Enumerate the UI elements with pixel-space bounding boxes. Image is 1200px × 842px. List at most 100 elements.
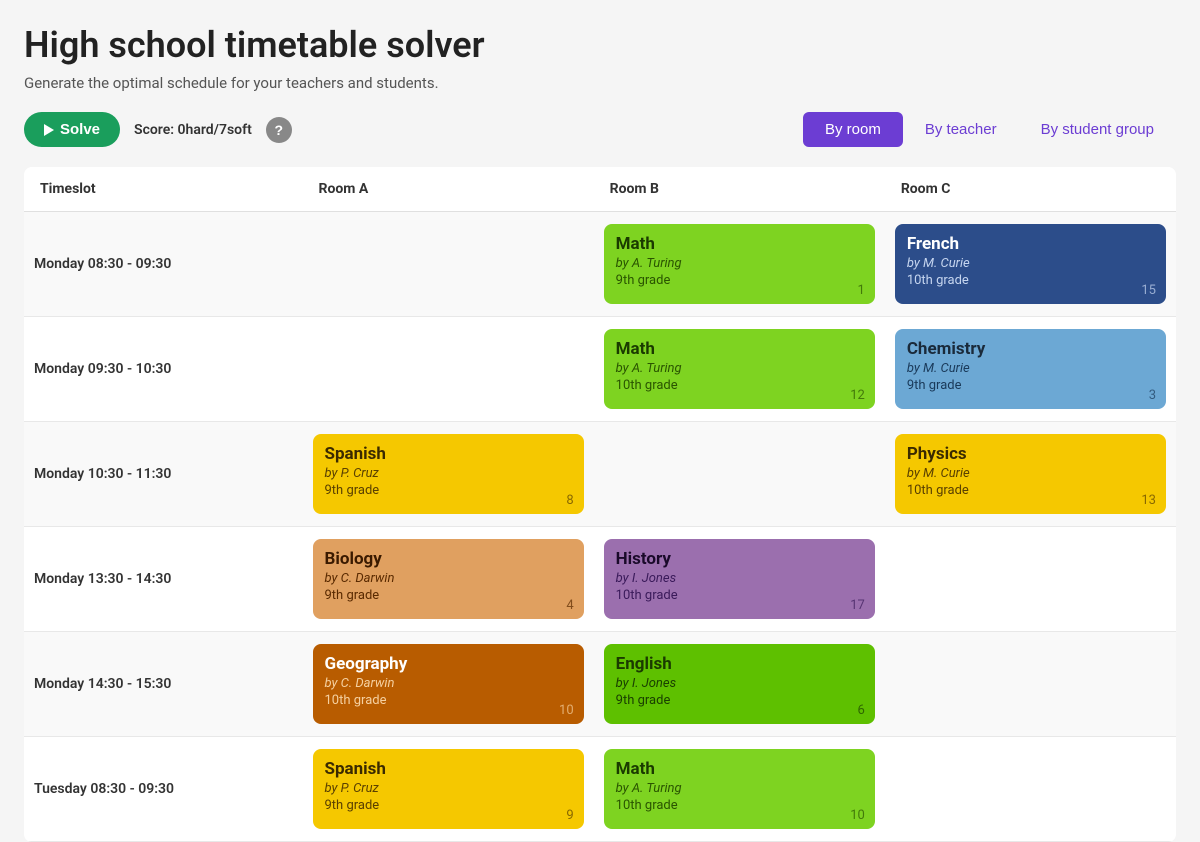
toolbar: Solve Score: 0hard/7soft ? By roomBy tea… (24, 112, 1176, 147)
timeslot-3: Monday 13:30 - 14:30 (24, 527, 303, 632)
cell-row1-col2: Chemistry by M. Curie 9th grade3 (885, 317, 1176, 422)
lesson-count: 17 (850, 598, 865, 613)
lesson-grade: 10th grade (616, 798, 863, 813)
lesson-count: 10 (850, 808, 865, 823)
lesson-grade: 10th grade (325, 693, 572, 708)
lesson-card[interactable]: Mathby A. Turing10th grade10 (604, 749, 875, 829)
lesson-grade: 9th grade (616, 693, 863, 708)
timeslot-0: Monday 08:30 - 09:30 (24, 212, 303, 317)
table-row: Monday 14:30 - 15:30 Geography by C. Darwi… (24, 632, 1176, 737)
cell-row4-col2 (885, 632, 1176, 737)
lesson-grade: 10th grade (907, 273, 1154, 288)
lesson-card[interactable]: Biology by C. Darwin 9th grade4 (313, 539, 584, 619)
lesson-grade: 9th grade (616, 273, 863, 288)
lesson-card[interactable]: Spanishby P. Cruz9th grade9 (313, 749, 584, 829)
lesson-count: 10 (559, 703, 574, 718)
lesson-teacher: by M. Curie (907, 361, 1154, 376)
lesson-card[interactable]: Mathby A. Turing9th grade1 (604, 224, 875, 304)
lesson-card[interactable]: Physicsby M. Curie10th grade13 (895, 434, 1166, 514)
empty-cell (895, 749, 1166, 829)
solve-button[interactable]: Solve (24, 112, 120, 147)
lesson-subject: Chemistry (907, 339, 1154, 359)
lesson-subject: Biology (325, 549, 572, 569)
lesson-subject: Geography (325, 654, 572, 674)
lesson-count: 6 (858, 703, 865, 718)
lesson-subject: French (907, 234, 1154, 254)
lesson-subject: History (616, 549, 863, 569)
tab-by-teacher[interactable]: By teacher (903, 112, 1019, 147)
score-label: Score: 0hard/7soft (134, 122, 252, 138)
col-header-3: Room C (885, 167, 1176, 212)
lesson-subject: Spanish (325, 444, 572, 464)
lesson-count: 15 (1141, 283, 1156, 298)
lesson-teacher: by A. Turing (616, 361, 863, 376)
empty-cell (895, 644, 1166, 724)
lesson-card[interactable]: Math by A. Turing 10th grade12 (604, 329, 875, 409)
empty-cell (313, 329, 584, 409)
lesson-subject: Math (616, 234, 863, 254)
lesson-grade: 9th grade (325, 483, 572, 498)
tab-by-room[interactable]: By room (803, 112, 903, 147)
lesson-teacher: by C. Darwin (325, 676, 572, 691)
lesson-grade: 9th grade (907, 378, 1154, 393)
lesson-subject: Math (616, 759, 863, 779)
cell-row2-col1 (594, 422, 885, 527)
lesson-grade: 10th grade (616, 588, 863, 603)
lesson-teacher: by I. Jones (616, 571, 863, 586)
cell-row0-col0 (303, 212, 594, 317)
timetable: TimeslotRoom ARoom BRoom C Monday 08:30 … (24, 167, 1176, 842)
table-row: Tuesday 08:30 - 09:30Spanishby P. Cruz9t… (24, 737, 1176, 842)
lesson-grade: 9th grade (325, 798, 572, 813)
lesson-count: 9 (566, 808, 573, 823)
lesson-teacher: by P. Cruz (325, 466, 572, 481)
timeslot-1: Monday 09:30 - 10:30 (24, 317, 303, 422)
lesson-card[interactable]: Spanish by P. Cruz 9th grade8 (313, 434, 584, 514)
page-wrapper: High school timetable solver Generate th… (0, 0, 1200, 842)
table-row: Monday 09:30 - 10:30 Math by A. Turing 10th… (24, 317, 1176, 422)
cell-row0-col2: Frenchby M. Curie10th grade15 (885, 212, 1176, 317)
lesson-card[interactable]: Frenchby M. Curie10th grade15 (895, 224, 1166, 304)
lesson-grade: 10th grade (616, 378, 863, 393)
lesson-subject: Physics (907, 444, 1154, 464)
tab-by-student-group[interactable]: By student group (1019, 112, 1176, 147)
lesson-count: 12 (850, 388, 865, 403)
cell-row4-col0: Geography by C. Darwin 10th grade10 (303, 632, 594, 737)
col-header-1: Room A (303, 167, 594, 212)
lesson-count: 1 (858, 283, 865, 298)
col-header-0: Timeslot (24, 167, 303, 212)
cell-row2-col0: Spanish by P. Cruz 9th grade8 (303, 422, 594, 527)
cell-row3-col1: History by I. Jones 10th grade17 (594, 527, 885, 632)
lesson-count: 4 (566, 598, 573, 613)
table-row: Monday 08:30 - 09:30 Mathby A. Turing9th … (24, 212, 1176, 317)
lesson-card[interactable]: Geography by C. Darwin 10th grade10 (313, 644, 584, 724)
lesson-count: 8 (566, 493, 573, 508)
timeslot-5: Tuesday 08:30 - 09:30 (24, 737, 303, 842)
help-button[interactable]: ? (266, 117, 292, 143)
cell-row3-col2 (885, 527, 1176, 632)
lesson-subject: English (616, 654, 863, 674)
lesson-card[interactable]: Chemistry by M. Curie 9th grade3 (895, 329, 1166, 409)
lesson-card[interactable]: History by I. Jones 10th grade17 (604, 539, 875, 619)
lesson-card[interactable]: Englishby I. Jones9th grade6 (604, 644, 875, 724)
cell-row5-col1: Mathby A. Turing10th grade10 (594, 737, 885, 842)
lesson-count: 3 (1149, 388, 1156, 403)
page-title: High school timetable solver (24, 24, 1176, 66)
lesson-subject: Math (616, 339, 863, 359)
toolbar-left: Solve Score: 0hard/7soft ? (24, 112, 292, 147)
empty-cell (604, 434, 875, 514)
cell-row1-col1: Math by A. Turing 10th grade12 (594, 317, 885, 422)
cell-row0-col1: Mathby A. Turing9th grade1 (594, 212, 885, 317)
timeslot-4: Monday 14:30 - 15:30 (24, 632, 303, 737)
empty-cell (895, 539, 1166, 619)
cell-row3-col0: Biology by C. Darwin 9th grade4 (303, 527, 594, 632)
view-tabs: By roomBy teacherBy student group (803, 112, 1176, 147)
cell-row2-col2: Physicsby M. Curie10th grade13 (885, 422, 1176, 527)
lesson-grade: 9th grade (325, 588, 572, 603)
empty-cell (313, 224, 584, 304)
table-row: Monday 13:30 - 14:30 Biology by C. Darwin 9… (24, 527, 1176, 632)
cell-row5-col2 (885, 737, 1176, 842)
play-icon (44, 124, 54, 136)
cell-row4-col1: Englishby I. Jones9th grade6 (594, 632, 885, 737)
lesson-teacher: by C. Darwin (325, 571, 572, 586)
lesson-grade: 10th grade (907, 483, 1154, 498)
